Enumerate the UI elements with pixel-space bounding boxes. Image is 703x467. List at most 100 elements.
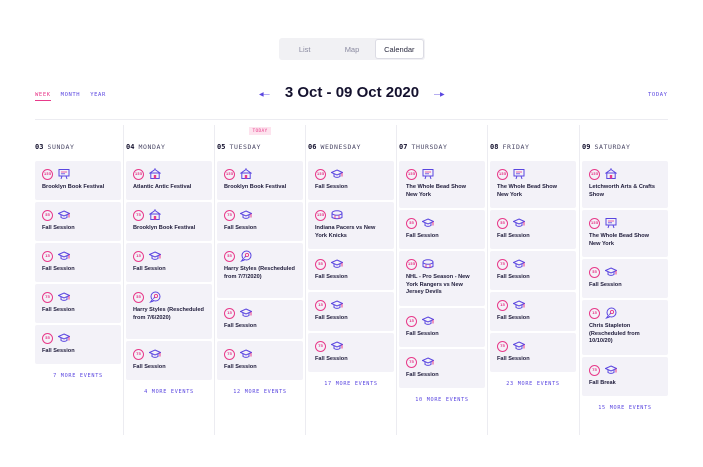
event-card[interactable]: 55 Fall Session: [399, 210, 485, 249]
more-events-link[interactable]: 15 MORE EVENTS: [582, 402, 668, 414]
event-card[interactable]: 55 Fall Session: [35, 202, 121, 241]
today-link[interactable]: TODAY: [648, 92, 668, 98]
event-card[interactable]: 75 Fall Session: [217, 341, 303, 380]
event-title: Fall Session: [497, 315, 530, 321]
score-badge: 155: [406, 168, 417, 180]
event-card[interactable]: 75 Fall Session: [399, 349, 485, 388]
event-card[interactable]: 75 Brooklyn Book Festival: [126, 202, 212, 241]
day-header: 05 TUESDAY: [217, 137, 303, 157]
more-events-link[interactable]: 23 MORE EVENTS: [490, 378, 576, 390]
more-events-link[interactable]: 7 MORE EVENTS: [35, 370, 121, 382]
view-tab-map[interactable]: Map: [328, 40, 375, 58]
day-number: 09: [582, 143, 591, 151]
event-card[interactable]: 155 The Whole Bead Show New York: [399, 161, 485, 208]
event-title: Fall Session: [589, 282, 622, 288]
day-name: SATURDAY: [594, 143, 631, 151]
range-tab-month[interactable]: MONTH: [61, 92, 81, 101]
range-tab-year[interactable]: YEAR: [90, 92, 106, 101]
event-card[interactable]: 75 Fall Session: [490, 333, 576, 372]
graduation-cap-icon: [422, 356, 434, 368]
graduation-cap-icon: [240, 209, 252, 221]
event-card[interactable]: 75 Fall Session: [217, 202, 303, 241]
event-title: Fall Session: [133, 364, 166, 370]
event-card[interactable]: 15 Fall Session: [217, 300, 303, 339]
event-title: Fall Session: [224, 364, 257, 370]
graduation-cap-icon: [605, 266, 617, 278]
mic-bubble-icon: [605, 307, 617, 319]
event-card[interactable]: 15 Chris Stapleton (Rescheduled from 10/1…: [582, 300, 668, 355]
event-title: Fall Session: [42, 307, 75, 313]
event-card[interactable]: 155 NHL - Pro Season - New York Rangers v…: [399, 251, 485, 306]
event-card[interactable]: 155 Atlantic Antic Festival: [126, 161, 212, 200]
score-badge: 155: [224, 168, 235, 180]
score-badge: 155: [315, 209, 326, 221]
event-card[interactable]: 155 Brooklyn Book Festival: [35, 161, 121, 200]
event-icons: 75: [133, 209, 205, 221]
view-tab-calendar[interactable]: Calendar: [375, 40, 423, 58]
event-icons: 155: [42, 168, 114, 180]
event-card[interactable]: 75 Fall Break: [582, 357, 668, 396]
event-card[interactable]: 15 Fall Session: [490, 292, 576, 331]
arrow-right-icon[interactable]: —▶: [434, 91, 445, 98]
event-icons: 75: [224, 348, 296, 360]
day-name: WEDNESDAY: [320, 143, 362, 151]
score-badge: 55: [497, 217, 508, 229]
event-title: Fall Session: [315, 356, 348, 362]
event-card[interactable]: 155 The Whole Bead Show New York: [490, 161, 576, 208]
event-card[interactable]: 15 Fall Session: [399, 308, 485, 347]
event-card[interactable]: 155 Indiana Pacers vs New York Knicks: [308, 202, 394, 249]
event-card[interactable]: 55 Fall Session: [582, 259, 668, 298]
score-badge: 155: [42, 168, 53, 180]
event-card[interactable]: 75 Fall Session: [308, 333, 394, 372]
more-events-link[interactable]: 17 MORE EVENTS: [308, 378, 394, 390]
event-card[interactable]: 75 Fall Session: [490, 251, 576, 290]
day-number: 06: [308, 143, 317, 151]
easel-icon: [422, 168, 434, 180]
event-title: Fall Session: [497, 274, 530, 280]
graduation-cap-icon: [240, 307, 252, 319]
more-events-link[interactable]: 4 MORE EVENTS: [126, 386, 212, 398]
day-column-wednesday: 06 WEDNESDAY 155 Fall Session 155 Indiana Pac…: [308, 125, 394, 390]
score-badge: 75: [497, 258, 508, 270]
day-name: FRIDAY: [502, 143, 530, 151]
graduation-cap-icon: [149, 348, 161, 360]
range-tab-week[interactable]: WEEK: [35, 92, 51, 101]
event-card[interactable]: 75 Fall Session: [35, 284, 121, 323]
event-card[interactable]: 155 Letchworth Arts & Crafts Show: [582, 161, 668, 208]
event-title: The Whole Bead Show New York: [406, 184, 466, 198]
day-column-tuesday: TODAY 05 TUESDAY 155 Brooklyn Book Festival 7…: [217, 125, 303, 398]
event-title: Fall Session: [406, 233, 439, 239]
event-title: Fall Session: [224, 225, 257, 231]
day-name: MONDAY: [138, 143, 166, 151]
event-icons: 15: [224, 307, 296, 319]
event-card[interactable]: 155 The Whole Bead Show New York: [582, 210, 668, 257]
event-card[interactable]: 55 Fall Session: [308, 251, 394, 290]
day-number: 03: [35, 143, 44, 151]
event-card[interactable]: 155 Fall Session: [308, 161, 394, 200]
event-icons: 75: [497, 340, 569, 352]
event-card[interactable]: 15 Fall Session: [308, 292, 394, 331]
event-card[interactable]: 55 Fall Session: [490, 210, 576, 249]
easel-icon: [513, 168, 525, 180]
score-badge: 75: [133, 348, 144, 360]
event-card[interactable]: 15 Fall Session: [35, 243, 121, 282]
more-events-link[interactable]: 12 MORE EVENTS: [217, 386, 303, 398]
more-events-link[interactable]: 10 MORE EVENTS: [399, 394, 485, 406]
event-icons: 155: [315, 209, 387, 221]
view-tab-list[interactable]: List: [281, 40, 328, 58]
event-icons: 55: [133, 291, 205, 303]
day-name: SUNDAY: [47, 143, 75, 151]
arrow-left-icon[interactable]: ◀—: [259, 91, 270, 98]
view-switcher: List Map Calendar: [279, 38, 425, 60]
column-divider: [396, 125, 397, 435]
tent-icon: [149, 209, 161, 221]
event-card[interactable]: 55 Fall Session: [35, 325, 121, 364]
event-card[interactable]: 155 Brooklyn Book Festival: [217, 161, 303, 200]
event-card[interactable]: 75 Fall Session: [126, 341, 212, 380]
event-title: Fall Break: [589, 380, 616, 386]
event-card[interactable]: 55 Harry Styles (Rescheduled from 7/7/202…: [217, 243, 303, 298]
tent-icon: [240, 168, 252, 180]
event-card[interactable]: 15 Fall Session: [126, 243, 212, 282]
score-badge: 15: [133, 250, 144, 262]
event-card[interactable]: 55 Harry Styles (Rescheduled from 7/6/202…: [126, 284, 212, 339]
